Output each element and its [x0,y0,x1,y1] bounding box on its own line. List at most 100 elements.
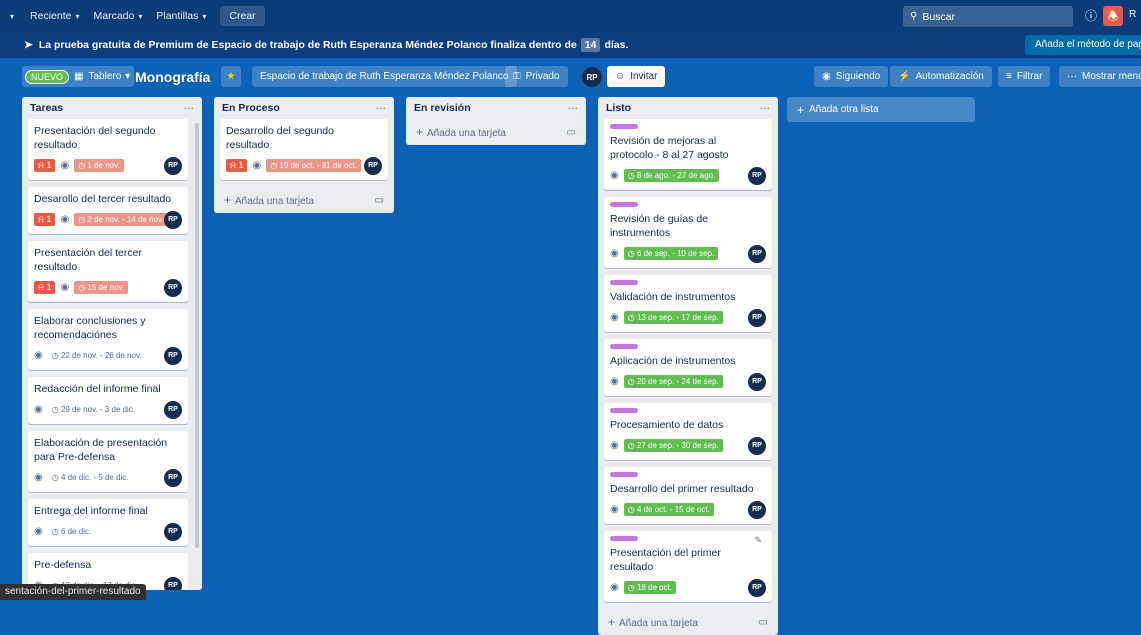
avatar[interactable]: RP [748,501,766,519]
due-date-text: 1 de nov. [87,160,120,170]
nav-starred[interactable]: Marcado ▾ [93,10,142,22]
add-card-button[interactable]: + Añada una tarjeta ▭ [214,187,394,213]
card-label[interactable] [610,202,638,207]
board-title[interactable]: Monografía [131,66,214,87]
avatar[interactable]: RP [164,577,182,590]
due-date-badge[interactable]: ◷ 4 de dic. - 5 de dic. [48,471,133,484]
add-card-button[interactable]: + Añada una tarjeta ▭ [406,119,586,145]
list-title[interactable]: En Proceso [222,102,280,114]
due-date-badge[interactable]: ◷ 29 de nov. - 3 de dic. [48,403,139,416]
due-date-badge[interactable]: ◷ 20 de sep. - 24 de sep. [623,374,723,388]
card[interactable]: Aplicación de instrumentos ◉ ◷ 20 de sep. … [604,339,772,396]
info-icon[interactable]: ⓘ [1082,7,1100,25]
card-label[interactable] [610,124,638,129]
avatar[interactable]: RP [164,279,182,297]
avatar[interactable]: RP [748,373,766,391]
workspace-button[interactable]: Espacio de trabajo de Ruth Esperanza Mén… [252,66,517,87]
list-header[interactable]: Listo ··· [598,97,778,119]
list-header[interactable]: Tareas ··· [22,97,202,119]
template-icon[interactable]: ▭ [375,195,384,206]
avatar[interactable]: RP [748,167,766,185]
card[interactable]: Revisión de mejoras al protocolo - 8 al … [604,119,772,190]
create-button[interactable]: Crear [220,6,265,26]
template-icon[interactable]: ▭ [759,617,768,628]
edit-icon[interactable]: ✎ [754,535,762,546]
list-header[interactable]: En Proceso ··· [214,97,394,119]
card-label[interactable] [610,408,638,413]
due-date-badge[interactable]: ◷ 6 de dic. [48,525,95,538]
card[interactable]: Validación de instrumentos ◉ ◷ 13 de sep. … [604,275,772,332]
privacy-button[interactable]: ⚿ Privado [505,66,568,87]
add-payment-button[interactable]: Añada el método de pago [1025,35,1141,55]
avatar[interactable]: RP [364,157,382,175]
more-icon[interactable]: ··· [184,102,195,114]
automation-label: Automatización [915,71,984,82]
add-card-button[interactable]: + Añada una tarjeta ▭ [598,609,778,635]
user-icon: ☺ [615,71,626,82]
card[interactable]: Desarrollo del primer resultado ◉ ◷ 4 de o… [604,467,772,524]
card-label[interactable] [610,472,638,477]
card[interactable]: ✎ Presentación del primer resultado ◉ ◷ 18 … [604,531,772,602]
more-icon[interactable]: ··· [376,102,387,114]
due-date-badge[interactable]: ◷ 2 de nov. - 14 de nov. [74,212,168,226]
avatar[interactable]: RP [164,469,182,487]
clock-icon: ◷ [51,526,61,536]
invite-button[interactable]: ☺ Invitar [607,66,666,87]
more-icon[interactable]: ··· [760,102,771,114]
avatar[interactable]: RP [748,437,766,455]
card[interactable]: Desarollo del tercer resultado ⍾ 1 ◉ ◷ 2 de… [28,187,188,234]
due-date-badge[interactable]: ◷ 8 de ago. - 27 de ago. [623,168,720,182]
nav-recent[interactable]: Reciente ▾ [30,10,79,22]
avatar[interactable]: RP [164,157,182,175]
card-label[interactable] [610,344,638,349]
card[interactable]: Entrega del informe final ◉ ◷ 6 de dic. RP [28,499,188,546]
due-date-badge[interactable]: ◷ 19 de oct. - 31 de oct. [266,158,361,172]
card[interactable]: Presentación del tercer resultado ⍾ 1 ◉ ◷ 1… [28,241,188,302]
card-label[interactable] [610,280,638,285]
card[interactable]: Redacción del informe final ◉ ◷ 29 de nov.… [28,377,188,424]
list-title[interactable]: Listo [606,102,631,114]
card[interactable]: Elaboración de presentación para Pre-def… [28,431,188,492]
avatar[interactable]: RP [164,347,182,365]
avatar[interactable]: RP [164,523,182,541]
nav-menu-chevron[interactable]: ▾ [6,12,14,21]
list-scrollbar[interactable] [195,123,199,548]
due-date-badge[interactable]: ◷ 22 de nov. - 26 de nov. [48,349,146,362]
card-label[interactable] [610,536,638,541]
avatar[interactable]: RP [164,401,182,419]
list-title[interactable]: Tareas [30,102,63,114]
due-date-badge[interactable]: ◷ 4 de oct. - 15 de oct. [623,502,714,516]
following-button[interactable]: ◉ Siguiendo [814,66,889,87]
member-avatar[interactable]: RP [582,67,602,87]
filter-button[interactable]: ≡ Filtrar [998,66,1051,87]
due-date-text: 13 de sep. - 17 de sep. [636,312,719,322]
due-date-badge[interactable]: ◷ 18 de oct. [623,580,677,594]
avatar[interactable]: RP [748,579,766,597]
card[interactable]: Presentación del segundo resultado ⍾ 1 ◉ ◷ … [28,119,188,180]
avatar[interactable]: RP [164,211,182,229]
more-icon[interactable]: ··· [568,102,579,114]
bell-icon[interactable]: 🕭 [1103,6,1123,26]
view-switcher[interactable]: NUEVO ▦ Tablero ▾ [22,66,135,87]
show-menu-button[interactable]: ··· Mostrar menú [1059,66,1141,87]
card[interactable]: Desarrollo del segundo resultado ⍾ 1 ◉ ◷ 19… [220,119,388,180]
list-title[interactable]: En revisión [414,102,471,114]
card[interactable]: Revisión de guías de instrumentos ◉ ◷ 6 de… [604,197,772,268]
due-date-badge[interactable]: ◷ 13 de sep. - 17 de sep. [623,310,723,324]
star-icon[interactable]: ★ [221,66,241,87]
add-list-button[interactable]: + Añada otra lista [787,97,975,122]
due-date-badge[interactable]: ◷ 27 de sep. - 30 de sep. [623,438,723,452]
due-date-badge[interactable]: ◷ 1 de nov. [74,158,124,172]
search-input[interactable]: ⚲ Buscar [903,6,1073,27]
avatar[interactable]: RP [748,309,766,327]
template-icon[interactable]: ▭ [567,127,576,138]
card[interactable]: Elaborar conclusiones y recomendaciónes ◉… [28,309,188,370]
due-date-badge[interactable]: ◷ 15 de nov. [74,280,129,294]
due-date-badge[interactable]: ◷ 6 de sep. - 10 de sep. [623,246,719,260]
list-header[interactable]: En revisión ··· [406,97,586,119]
nav-templates[interactable]: Plantillas ▾ [156,10,206,22]
card[interactable]: Procesamiento de datos ◉ ◷ 27 de sep. - 30… [604,403,772,460]
user-initials[interactable]: R [1129,9,1136,20]
avatar[interactable]: RP [748,245,766,263]
automation-button[interactable]: ⚡ Automatización [890,66,992,87]
